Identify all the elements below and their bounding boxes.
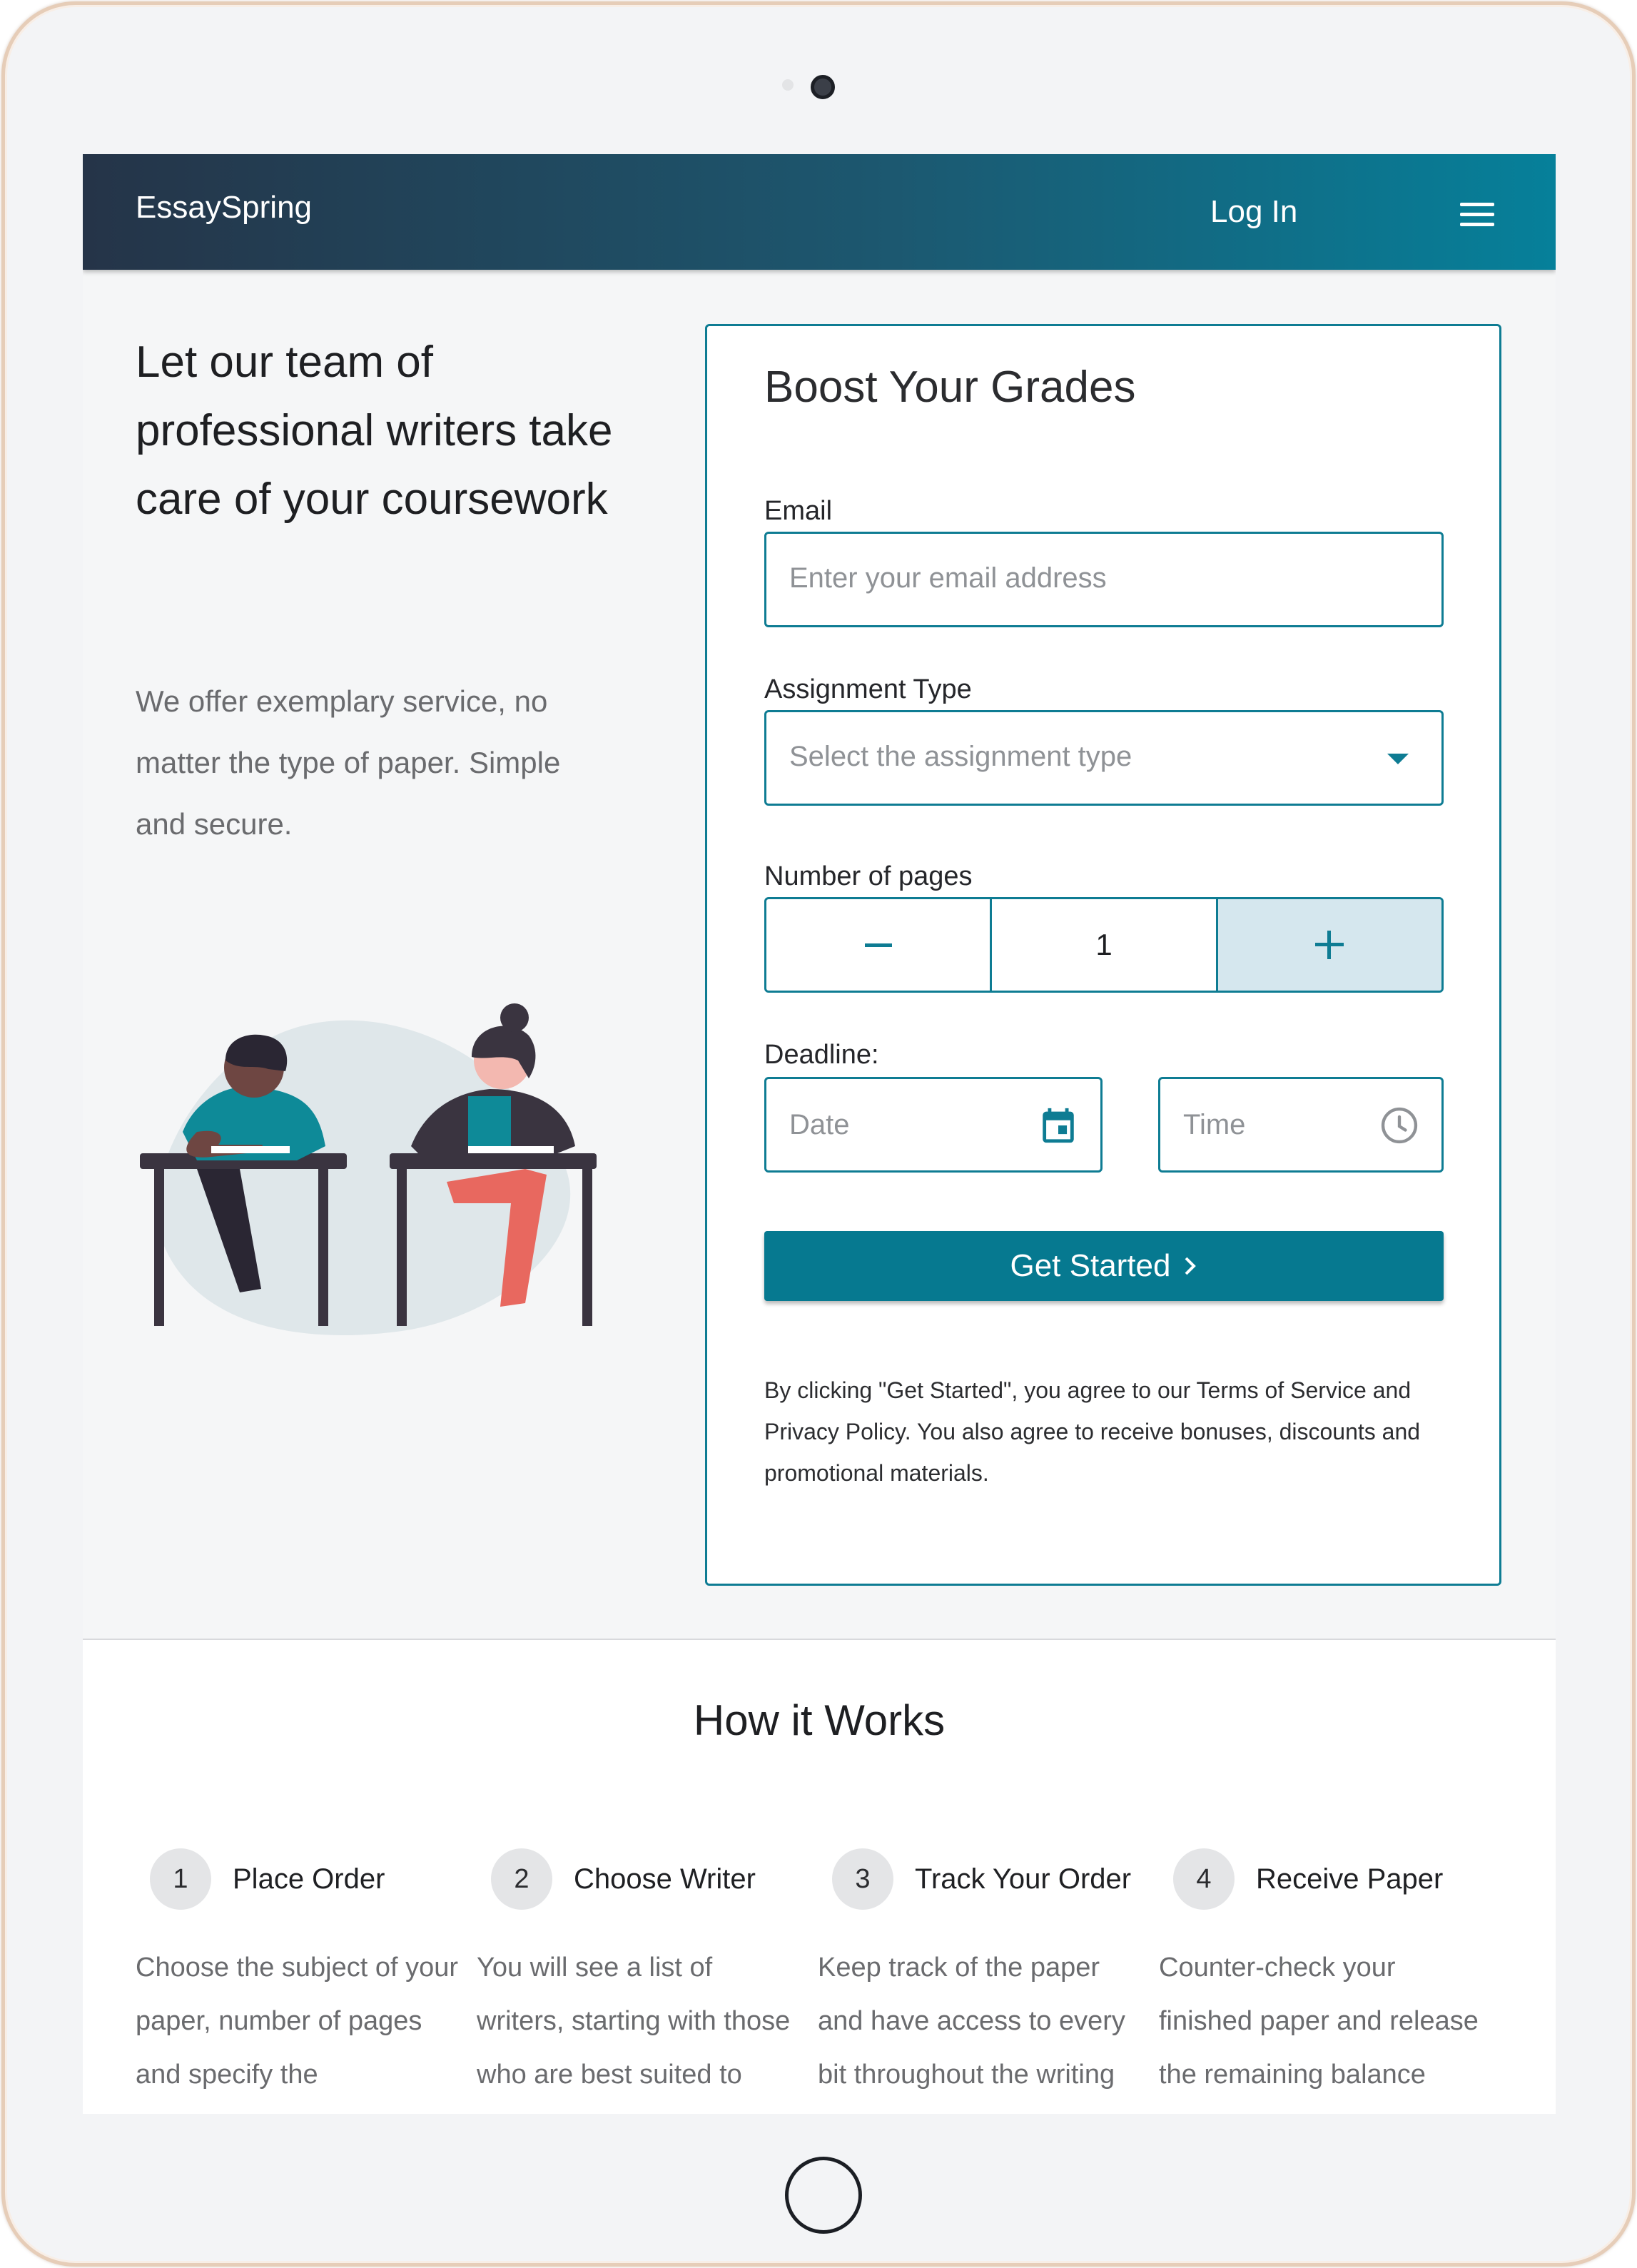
top-navbar: EssaySpring Log In bbox=[83, 154, 1556, 270]
step-description: Keep track of the paper and have access … bbox=[818, 1953, 1125, 2090]
step-title: Place Order bbox=[233, 1863, 385, 1895]
step-3: 3 Track Your Order Keep track of the pap… bbox=[818, 1848, 1146, 2102]
step-title: Choose Writer bbox=[574, 1863, 756, 1895]
plus-icon bbox=[1315, 931, 1344, 959]
assignment-type-label: Assignment Type bbox=[764, 674, 972, 704]
step-2: 2 Choose Writer You will see a list of w… bbox=[477, 1848, 805, 2102]
email-field[interactable]: Enter your email address bbox=[764, 532, 1444, 627]
how-it-works-section: How it Works 1 Place Order Choose the su… bbox=[83, 1639, 1556, 2114]
step-number-badge: 2 bbox=[491, 1848, 552, 1910]
brand-logo[interactable]: EssaySpring bbox=[136, 190, 312, 226]
login-link[interactable]: Log In bbox=[1210, 194, 1297, 230]
date-placeholder: Date bbox=[789, 1109, 850, 1140]
hero-subtitle: We offer exemplary service, no matter th… bbox=[136, 684, 561, 841]
time-field[interactable]: Time bbox=[1158, 1077, 1444, 1173]
home-button[interactable] bbox=[785, 2157, 862, 2234]
form-title: Boost Your Grades bbox=[764, 363, 1136, 412]
step-number-badge: 4 bbox=[1173, 1848, 1235, 1910]
order-form-card: Boost Your Grades Email Enter your email… bbox=[705, 324, 1501, 1586]
deadline-label: Deadline: bbox=[764, 1040, 879, 1070]
sensor-dot bbox=[782, 79, 794, 91]
hero-title: Let our team of professional writers tak… bbox=[136, 338, 613, 524]
chevron-down-icon bbox=[1387, 754, 1409, 764]
time-placeholder: Time bbox=[1183, 1109, 1246, 1140]
students-illustration bbox=[140, 1003, 597, 1335]
pages-value[interactable]: 1 bbox=[990, 899, 1218, 991]
chevron-right-icon bbox=[1185, 1257, 1196, 1275]
camera bbox=[811, 75, 835, 99]
how-it-works-title: How it Works bbox=[693, 1696, 946, 1744]
email-placeholder: Enter your email address bbox=[789, 562, 1107, 594]
terms-notice: By clicking "Get Started", you agree to … bbox=[764, 1377, 1421, 1486]
step-number-badge: 1 bbox=[150, 1848, 211, 1910]
step-description: Counter-check your finished paper and re… bbox=[1159, 1953, 1479, 2090]
minus-icon bbox=[864, 943, 892, 947]
get-started-button[interactable]: Get Started bbox=[764, 1231, 1444, 1301]
step-4: 4 Receive Paper Counter-check your finis… bbox=[1159, 1848, 1487, 2102]
step-description: You will see a list of writers, starting… bbox=[477, 1953, 791, 2090]
menu-icon[interactable] bbox=[1460, 203, 1494, 227]
increment-button[interactable] bbox=[1217, 899, 1441, 991]
get-started-label: Get Started bbox=[1010, 1248, 1171, 1283]
clock-icon[interactable] bbox=[1379, 1105, 1420, 1146]
assignment-type-select[interactable]: Select the assignment type bbox=[764, 710, 1444, 806]
step-description: Choose the subject of your paper, number… bbox=[136, 1953, 459, 2090]
decrement-button[interactable] bbox=[766, 899, 990, 991]
step-title: Track Your Order bbox=[915, 1863, 1132, 1895]
date-field[interactable]: Date bbox=[764, 1077, 1103, 1173]
screen: EssaySpring Log In Let our team of profe… bbox=[83, 154, 1556, 2114]
step-number-badge: 3 bbox=[832, 1848, 893, 1910]
pages-stepper: 1 bbox=[764, 897, 1444, 993]
calendar-icon[interactable] bbox=[1038, 1105, 1079, 1146]
pages-label: Number of pages bbox=[764, 861, 973, 891]
email-label: Email bbox=[764, 496, 833, 526]
assignment-type-placeholder: Select the assignment type bbox=[789, 741, 1132, 772]
step-1: 1 Place Order Choose the subject of your… bbox=[136, 1848, 464, 2102]
step-title: Receive Paper bbox=[1256, 1863, 1444, 1895]
